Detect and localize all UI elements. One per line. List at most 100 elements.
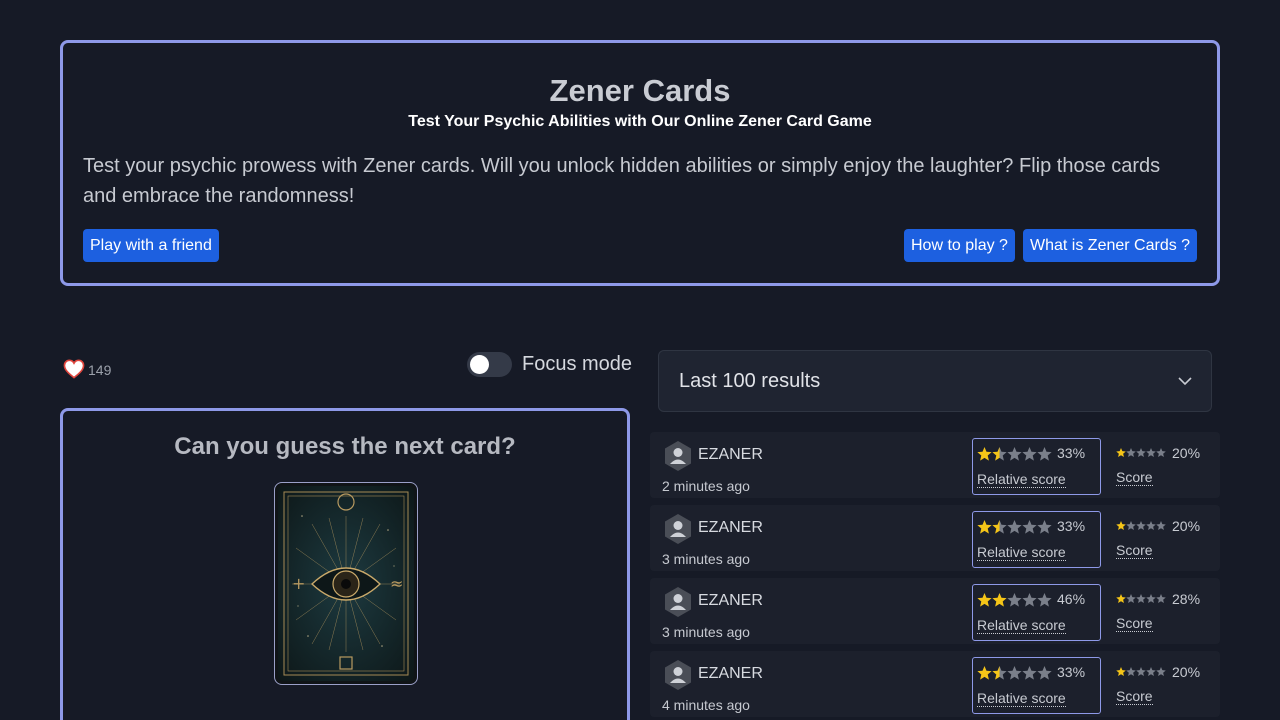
score-box: 20% Score bbox=[1116, 657, 1216, 714]
player-name: EZANER bbox=[698, 519, 763, 536]
star-icon bbox=[1037, 666, 1052, 680]
star-icon bbox=[1116, 594, 1126, 604]
relative-score-label[interactable]: Relative score bbox=[977, 690, 1066, 707]
star-icon bbox=[1156, 667, 1166, 677]
star-icon bbox=[977, 666, 992, 680]
star-icon bbox=[1156, 594, 1166, 604]
focus-mode-label: Focus mode bbox=[522, 353, 633, 375]
relative-score-box: 33% Relative score bbox=[972, 657, 1101, 714]
result-row[interactable]: EZANER 4 minutes ago 33% Relative score … bbox=[650, 651, 1220, 717]
player-name: EZANER bbox=[698, 592, 763, 609]
star-icon bbox=[1022, 447, 1037, 461]
star-icon bbox=[977, 520, 992, 534]
score-box: 20% Score bbox=[1116, 511, 1216, 568]
hero-panel: Zener Cards Test Your Psychic Abilities … bbox=[60, 40, 1220, 286]
score-percent: 20% bbox=[1172, 518, 1201, 534]
game-panel: Can you guess the next card? + ≈ bbox=[60, 408, 630, 720]
score-star-rating bbox=[1116, 521, 1166, 531]
score-star-rating bbox=[1116, 667, 1166, 677]
score-star-rating bbox=[1116, 594, 1166, 604]
like-counter[interactable]: 149 bbox=[63, 359, 111, 379]
star-icon bbox=[1136, 521, 1146, 531]
score-star-rating bbox=[1116, 448, 1166, 458]
score-label[interactable]: Score bbox=[1116, 688, 1153, 705]
score-box: 28% Score bbox=[1116, 584, 1216, 641]
star-icon bbox=[992, 593, 1007, 607]
results-dropdown[interactable]: Last 100 results bbox=[658, 350, 1212, 412]
star-icon bbox=[1022, 593, 1037, 607]
results-list: EZANER 2 minutes ago 33% Relative score … bbox=[650, 432, 1220, 720]
focus-mode-switch[interactable] bbox=[467, 352, 512, 377]
star-icon bbox=[977, 447, 992, 461]
result-time: 3 minutes ago bbox=[662, 624, 750, 640]
relative-score-percent: 33% bbox=[1057, 664, 1086, 680]
relative-score-percent: 46% bbox=[1057, 591, 1086, 607]
star-icon bbox=[1116, 448, 1126, 458]
star-icon bbox=[1007, 520, 1022, 534]
result-time: 4 minutes ago bbox=[662, 697, 750, 713]
star-icon bbox=[1022, 666, 1037, 680]
result-row[interactable]: EZANER 3 minutes ago 46% Relative score … bbox=[650, 578, 1220, 644]
page-title: Zener Cards bbox=[549, 73, 731, 108]
star-icon bbox=[1156, 448, 1166, 458]
what-is-zener-button[interactable]: What is Zener Cards ? bbox=[1023, 229, 1198, 262]
relative-score-percent: 33% bbox=[1057, 518, 1086, 534]
eye-card-back-icon: + ≈ bbox=[278, 486, 414, 681]
star-icon bbox=[1116, 521, 1126, 531]
game-prompt: Can you guess the next card? bbox=[174, 433, 516, 460]
result-time: 3 minutes ago bbox=[662, 551, 750, 567]
star-icon bbox=[1146, 594, 1156, 604]
star-icon bbox=[1156, 521, 1166, 531]
star-icon bbox=[1007, 593, 1022, 607]
star-icon bbox=[992, 520, 1007, 534]
result-time: 2 minutes ago bbox=[662, 478, 750, 494]
user-avatar-icon bbox=[665, 441, 691, 471]
relative-score-label[interactable]: Relative score bbox=[977, 544, 1066, 561]
player-name: EZANER bbox=[698, 665, 763, 682]
relative-star-rating bbox=[977, 520, 1052, 534]
user-avatar-icon bbox=[665, 514, 691, 544]
play-with-friend-button[interactable]: Play with a friend bbox=[83, 229, 219, 262]
results-dropdown-label: Last 100 results bbox=[679, 370, 821, 392]
star-icon bbox=[1136, 667, 1146, 677]
relative-score-label[interactable]: Relative score bbox=[977, 617, 1066, 634]
relative-star-rating bbox=[977, 666, 1052, 680]
chevron-down-icon bbox=[1178, 377, 1192, 386]
relative-score-box: 33% Relative score bbox=[972, 511, 1101, 568]
star-icon bbox=[1037, 520, 1052, 534]
star-icon bbox=[1126, 521, 1136, 531]
score-percent: 20% bbox=[1172, 445, 1201, 461]
star-icon bbox=[1146, 521, 1156, 531]
score-percent: 28% bbox=[1172, 591, 1201, 607]
focus-mode-toggle[interactable]: Focus mode bbox=[467, 352, 632, 377]
svg-text:≈: ≈ bbox=[390, 574, 403, 593]
star-icon bbox=[1007, 666, 1022, 680]
player-name: EZANER bbox=[698, 446, 763, 463]
user-avatar-icon bbox=[665, 587, 691, 617]
star-icon bbox=[977, 593, 992, 607]
star-icon bbox=[1146, 448, 1156, 458]
star-icon bbox=[992, 447, 1007, 461]
score-label[interactable]: Score bbox=[1116, 542, 1153, 559]
relative-score-label[interactable]: Relative score bbox=[977, 471, 1066, 488]
result-row[interactable]: EZANER 2 minutes ago 33% Relative score … bbox=[650, 432, 1220, 498]
star-icon bbox=[1037, 447, 1052, 461]
score-box: 20% Score bbox=[1116, 438, 1216, 495]
heart-icon[interactable] bbox=[63, 359, 85, 379]
star-icon bbox=[1126, 667, 1136, 677]
relative-star-rating bbox=[977, 593, 1052, 607]
page-subtitle: Test Your Psychic Abilities with Our Onl… bbox=[408, 113, 872, 130]
relative-score-box: 33% Relative score bbox=[972, 438, 1101, 495]
like-count: 149 bbox=[88, 362, 112, 378]
score-label[interactable]: Score bbox=[1116, 615, 1153, 632]
score-label[interactable]: Score bbox=[1116, 469, 1153, 486]
how-to-play-button[interactable]: How to play ? bbox=[904, 229, 1015, 262]
result-row[interactable]: EZANER 3 minutes ago 33% Relative score … bbox=[650, 505, 1220, 571]
relative-score-percent: 33% bbox=[1057, 445, 1086, 461]
star-icon bbox=[1007, 447, 1022, 461]
star-icon bbox=[992, 666, 1007, 680]
zener-card[interactable]: + ≈ bbox=[274, 482, 418, 685]
star-icon bbox=[1146, 667, 1156, 677]
user-avatar-icon bbox=[665, 660, 691, 690]
star-icon bbox=[1037, 593, 1052, 607]
